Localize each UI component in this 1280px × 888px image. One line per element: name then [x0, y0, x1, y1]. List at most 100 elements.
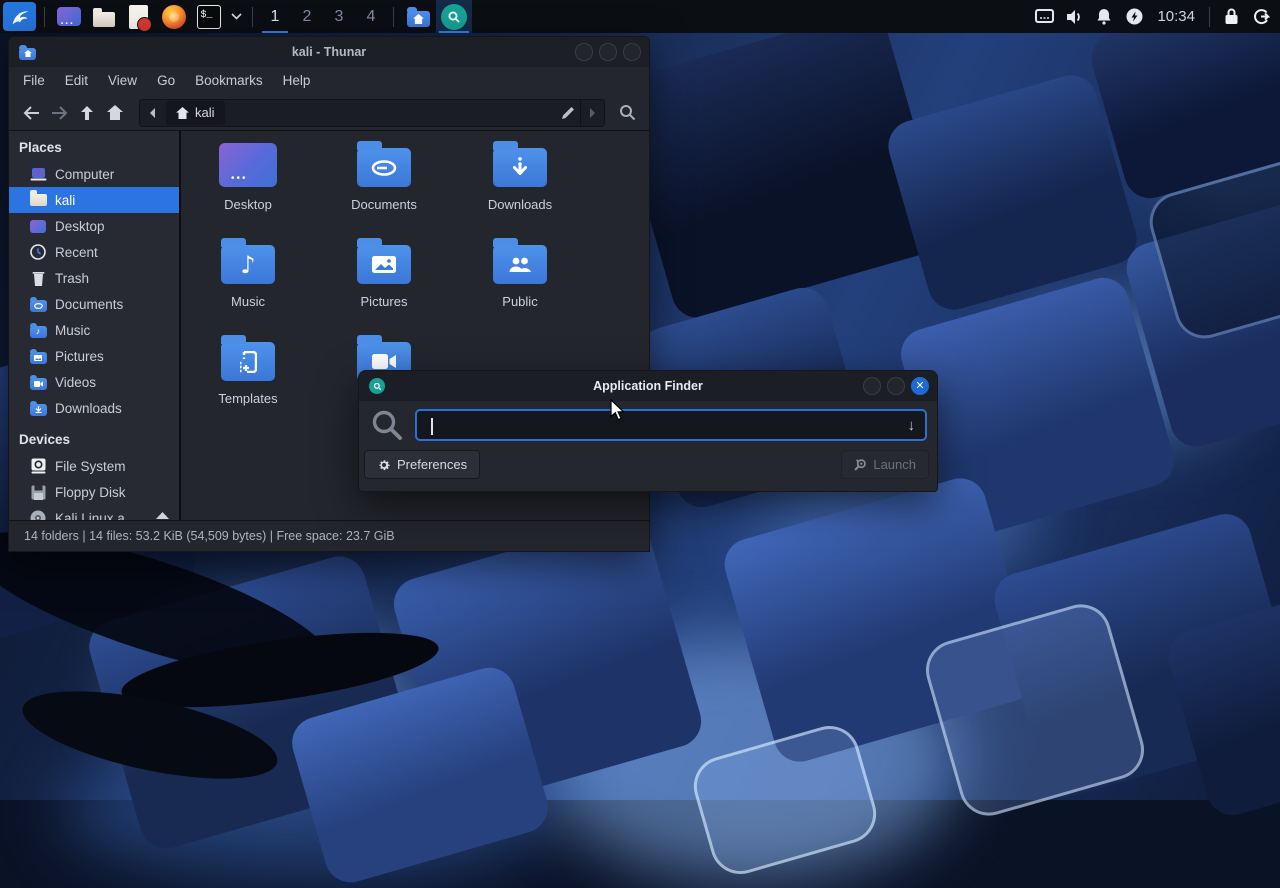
firefox-launcher[interactable]: [158, 2, 189, 31]
forward-button[interactable]: [45, 100, 73, 126]
show-desktop-launcher[interactable]: [53, 2, 84, 31]
application-finder-icon: [369, 378, 385, 394]
sidebar-item-music[interactable]: ♪ Music: [9, 317, 179, 343]
search-button[interactable]: [613, 100, 641, 126]
log-out-button[interactable]: [1246, 0, 1276, 33]
sidebar-item-documents[interactable]: Documents: [9, 291, 179, 317]
launch-button[interactable]: Launch: [841, 450, 929, 479]
text-editor-icon: [129, 5, 148, 29]
path-scroll-left-button[interactable]: [140, 100, 164, 126]
preferences-button[interactable]: Preferences: [364, 450, 480, 479]
dropdown-arrow-icon[interactable]: ↓: [908, 417, 926, 434]
thunar-window-icon: [19, 48, 36, 60]
terminal-launcher[interactable]: $_: [193, 2, 224, 31]
file-downloads[interactable]: Downloads: [461, 139, 579, 229]
application-finder-window: Application Finder ✕ ↓ Preferences: [358, 370, 938, 492]
text-editor-launcher[interactable]: [123, 2, 154, 31]
taskbar-thunar-window[interactable]: [400, 0, 436, 33]
eject-button[interactable]: [156, 511, 169, 521]
sidebar-item-computer[interactable]: Computer: [9, 161, 179, 187]
eject-icon: [156, 512, 169, 521]
display-tray-icon[interactable]: [1029, 0, 1059, 33]
workspace-3[interactable]: 3: [323, 0, 355, 33]
workspace-4[interactable]: 4: [355, 0, 387, 33]
sidebar-item-pictures[interactable]: Pictures: [9, 343, 179, 369]
appfinder-titlebar[interactable]: Application Finder ✕: [359, 371, 937, 401]
close-button[interactable]: [623, 43, 641, 61]
sidebar-item-file-system[interactable]: File System: [9, 453, 179, 479]
sidebar-item-downloads[interactable]: Downloads: [9, 395, 179, 421]
file-label: Documents: [351, 197, 417, 212]
workspace-2[interactable]: 2: [291, 0, 323, 33]
file-label: Downloads: [488, 197, 552, 212]
home-button[interactable]: [101, 100, 129, 126]
menu-go[interactable]: Go: [147, 67, 185, 95]
menu-file[interactable]: File: [13, 67, 55, 95]
appfinder-search-input[interactable]: ↓: [415, 409, 927, 441]
path-edit-button[interactable]: [556, 100, 580, 126]
file-music[interactable]: ♪ Music: [189, 236, 307, 326]
menu-bookmarks[interactable]: Bookmarks: [185, 67, 273, 95]
menu-view[interactable]: View: [98, 67, 147, 95]
file-templates[interactable]: Templates: [189, 333, 307, 423]
documents-folder-icon: [357, 148, 411, 187]
home-icon: [176, 107, 189, 119]
sidebar-item-label: Floppy Disk: [55, 485, 126, 500]
file-pictures[interactable]: Pictures: [325, 236, 443, 326]
panel-clock[interactable]: 10:34: [1149, 8, 1203, 25]
back-button[interactable]: [17, 100, 45, 126]
sidebar-item-label: Music: [55, 323, 90, 338]
sidebar-item-label: Recent: [55, 245, 98, 260]
menu-help[interactable]: Help: [273, 67, 321, 95]
music-folder-icon: ♪: [221, 245, 275, 284]
close-button[interactable]: ✕: [911, 377, 929, 395]
lock-screen-button[interactable]: [1216, 0, 1246, 33]
sidebar-item-kali-linux-cd[interactable]: Kali Linux a…: [9, 505, 179, 520]
public-folder-icon: [493, 245, 547, 284]
file-desktop[interactable]: Desktop: [189, 139, 307, 229]
notifications-tray-icon[interactable]: [1089, 0, 1119, 33]
back-icon: [23, 106, 40, 120]
mouse-cursor: [610, 399, 626, 426]
up-button[interactable]: [73, 100, 101, 126]
workspace-1[interactable]: 1: [259, 0, 291, 33]
power-manager-tray-icon[interactable]: [1119, 0, 1149, 33]
chevron-down-icon: [231, 13, 242, 20]
folder-icon: [93, 12, 115, 27]
system-tray: 10:34: [1029, 0, 1280, 33]
sidebar-item-kali[interactable]: kali: [9, 187, 179, 213]
maximize-button[interactable]: [887, 377, 905, 395]
downloads-folder-icon: [493, 148, 547, 187]
file-label: Pictures: [361, 294, 408, 309]
text-caret: [431, 418, 433, 435]
panel-separator: [1209, 7, 1210, 27]
volume-tray-icon[interactable]: [1059, 0, 1089, 33]
menu-edit[interactable]: Edit: [55, 67, 98, 95]
thunar-titlebar[interactable]: kali - Thunar: [9, 37, 649, 67]
preferences-label: Preferences: [397, 457, 467, 472]
taskbar-application-finder-window[interactable]: [436, 0, 472, 33]
search-icon: [371, 409, 403, 441]
file-documents[interactable]: Documents: [325, 139, 443, 229]
thunar-toolbar: kali: [9, 95, 649, 131]
sidebar-item-label: Desktop: [55, 219, 105, 234]
terminal-icon: $_: [197, 5, 221, 29]
kali-menu-button[interactable]: [3, 2, 36, 31]
sidebar-item-videos[interactable]: Videos: [9, 369, 179, 395]
places-header: Places: [9, 135, 179, 161]
sidebar-item-recent[interactable]: Recent: [9, 239, 179, 265]
path-kali-button[interactable]: kali: [166, 101, 225, 125]
log-out-icon: [1253, 8, 1270, 25]
maximize-button[interactable]: [599, 43, 617, 61]
file-manager-launcher[interactable]: [88, 2, 119, 31]
sidebar-item-floppy-disk[interactable]: Floppy Disk: [9, 479, 179, 505]
minimize-button[interactable]: [863, 377, 881, 395]
path-scroll-right-button[interactable]: [580, 100, 604, 126]
file-label: Music: [231, 294, 265, 309]
minimize-button[interactable]: [575, 43, 593, 61]
lock-icon: [1224, 8, 1239, 25]
terminal-dropdown-button[interactable]: [228, 2, 244, 31]
file-public[interactable]: Public: [461, 236, 579, 326]
sidebar-item-desktop[interactable]: Desktop: [9, 213, 179, 239]
sidebar-item-trash[interactable]: Trash: [9, 265, 179, 291]
